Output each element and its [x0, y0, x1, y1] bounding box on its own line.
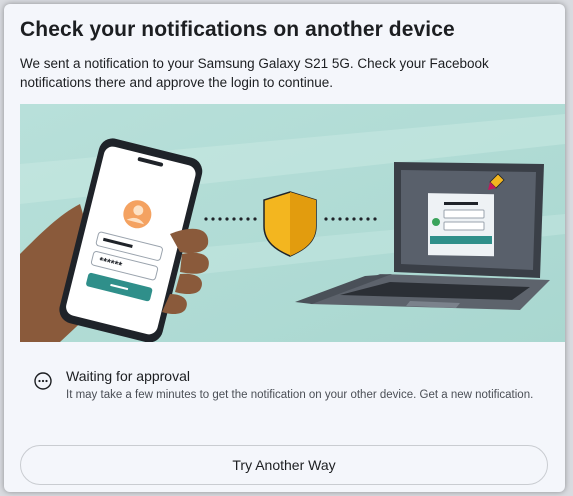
device-approval-illustration: ****** [20, 104, 565, 342]
dialog-title: Check your notifications on another devi… [20, 18, 455, 41]
try-another-way-button[interactable]: Try Another Way [20, 445, 548, 485]
dialog-description: We sent a notification to your Samsung G… [20, 56, 489, 90]
more-dots-icon [34, 372, 52, 390]
status-title: Waiting for approval [66, 368, 190, 384]
check-icon [432, 218, 440, 226]
status-text: It may take a few minutes to get the not… [66, 389, 534, 401]
login-approval-dialog: Check your notifications on another devi… [4, 4, 565, 492]
